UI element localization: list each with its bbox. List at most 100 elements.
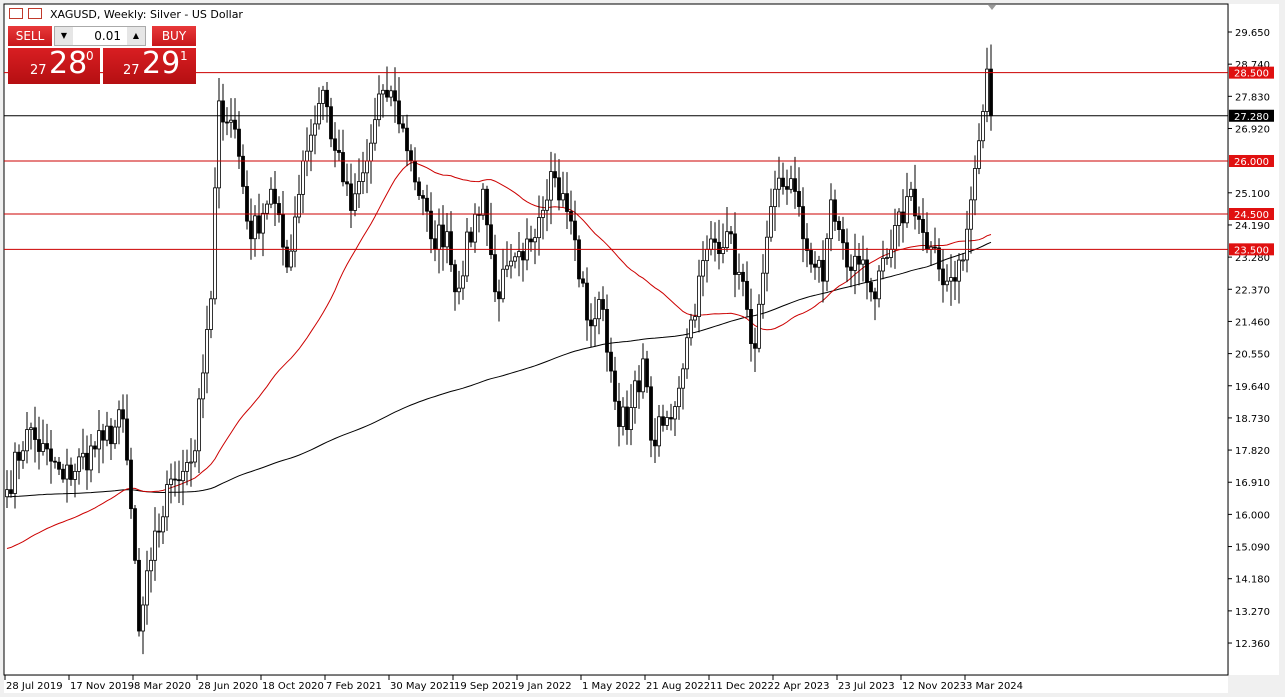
bear-candle [49,448,53,462]
x-tick-label: 28 Jul 2019 [6,681,63,692]
level-price-label: 26.000 [1234,157,1269,168]
bull-candle [777,177,781,190]
lot-size-input[interactable]: ▼ 0.01 ▲ [54,26,146,46]
bear-candle [645,358,649,388]
bear-candle [233,119,237,130]
bear-candle [793,178,797,192]
x-tick-label: 2 Apr 2023 [774,681,829,692]
bull-candle [269,188,273,205]
bear-candle [69,464,73,480]
bull-candle [757,303,761,349]
bull-candle [445,231,449,248]
bear-candle [837,220,841,230]
bear-candle [173,478,177,481]
bull-candle [465,231,469,277]
bear-candle [565,193,569,212]
bear-candle [841,229,845,244]
bear-candle [469,231,473,243]
bear-candle [449,231,453,266]
bull-candle [737,271,741,275]
buy-price-sup: 1 [180,49,188,63]
bear-candle [109,425,113,445]
bull-candle [81,452,85,458]
bull-candle [185,462,189,472]
bear-candle [345,181,349,185]
y-tick-label: 29.650 [1235,28,1270,39]
bull-candle [205,329,209,374]
bear-candle [405,127,409,152]
bear-candle [937,247,941,270]
bull-candle [481,188,485,216]
bull-candle [693,316,697,321]
sell-price-sup: 0 [86,49,94,63]
lot-increase-button[interactable]: ▲ [127,27,145,45]
x-tick-label: 1 May 2022 [582,681,641,692]
bull-candle [437,224,441,250]
bear-candle [745,280,749,310]
sell-button[interactable]: SELL [8,26,52,46]
buy-button[interactable]: BUY [152,26,196,46]
bull-candle [357,181,361,195]
bear-candle [925,232,929,250]
bear-candle [661,416,665,426]
bear-candle [421,195,425,199]
window-icons [9,8,42,19]
bear-candle [617,400,621,427]
bull-candle [697,275,701,317]
bear-candle [157,530,161,533]
buy-price[interactable]: 27 29 1 [103,46,196,84]
sell-price[interactable]: 27 28 0 [8,46,100,84]
y-tick-label: 18.730 [1235,414,1270,425]
bull-candle [201,372,205,400]
bear-candle [573,220,577,241]
price-chart[interactable]: 29.65028.74027.83026.92025.10024.19023.2… [0,0,1285,697]
bear-candle [873,291,877,300]
bear-candle [653,439,657,447]
x-tick-label: 23 Jul 2023 [838,681,895,692]
x-tick-label: 8 Mar 2020 [134,681,191,692]
bull-candle [709,238,713,250]
chart-window-icon [28,8,42,19]
bull-candle [829,199,833,240]
y-tick-label: 14.180 [1235,575,1270,586]
bear-candle [225,121,229,124]
lot-decrease-button[interactable]: ▼ [55,27,73,45]
bear-candle [797,191,801,207]
bull-candle [685,337,689,370]
bull-candle [141,604,145,632]
bull-candle [73,470,77,480]
bear-candle [425,197,429,212]
bull-candle [361,172,365,182]
bull-candle [229,119,233,123]
bear-candle [129,459,133,510]
bear-candle [409,150,413,162]
y-tick-label: 19.640 [1235,382,1270,393]
bull-candle [977,140,981,169]
bear-candle [649,386,653,441]
bear-candle [401,123,405,129]
bear-candle [569,211,573,222]
y-tick-label: 22.370 [1235,285,1270,296]
bear-candle [809,250,813,265]
bull-candle [289,250,293,268]
bear-candle [733,233,737,275]
bear-candle [325,89,329,108]
bull-candle [861,259,865,265]
bear-candle [53,460,57,463]
y-tick-label: 21.460 [1235,317,1270,328]
bear-candle [625,406,629,430]
bear-candle [781,177,785,187]
bear-candle [341,152,345,183]
x-tick-label: 30 May 2021 [390,681,455,692]
lot-value[interactable]: 0.01 [94,29,121,43]
y-tick-label: 16.000 [1235,510,1270,521]
x-tick-label: 12 Nov 2023 [902,681,966,692]
x-tick-label: 17 Nov 2019 [70,681,134,692]
bull-candle [461,275,465,289]
bear-candle [329,106,333,140]
bull-candle [381,89,385,95]
bear-candle [801,206,805,240]
bear-candle [933,246,937,249]
bull-candle [209,298,213,330]
bear-candle [413,160,417,183]
